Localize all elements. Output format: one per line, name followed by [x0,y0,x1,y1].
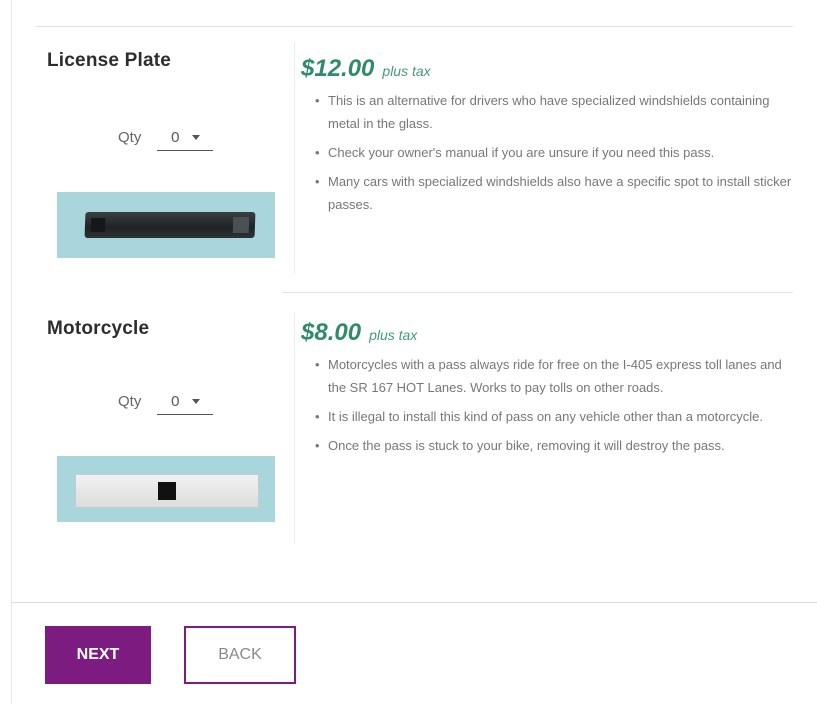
motorcycle-pass-image [57,456,275,522]
price: $8.00 [301,319,362,346]
product-name: License Plate [47,50,172,71]
qty-select[interactable]: 0 [157,124,214,151]
product-name: Motorcycle [47,318,150,339]
list-item: It is illegal to install this kind of pa… [302,405,797,428]
list-item: Many cars with specialized windshields a… [302,170,797,216]
license-plate-pass-image [57,192,275,258]
product-motorcycle: Motorcycle Qty 0 $8.00 plus tax Motorcyc… [12,292,802,592]
price: $12.00 [301,55,375,82]
tax-note: plus tax [369,327,418,343]
plate-pass-end-right [232,217,250,233]
chevron-down-icon [191,398,200,404]
motorcycle-pass-graphic [75,474,259,508]
column-divider [294,312,295,544]
list-item: This is an alternative for drivers who h… [302,89,797,135]
price-line: $8.00 plus tax [301,319,417,347]
back-button[interactable]: BACK [184,626,296,684]
qty-select[interactable]: 0 [157,388,214,415]
chevron-down-icon [191,134,200,140]
price-line: $12.00 plus tax [301,55,431,83]
plate-pass-end-left [90,218,106,232]
product-license-plate: License Plate Qty 0 $12.00 plus tax This… [12,0,802,292]
list-item: Motorcycles with a pass always ride for … [302,353,797,399]
qty-value: 0 [171,128,180,146]
qty-value: 0 [171,392,180,410]
qty-control: Qty 0 [118,124,214,151]
pass-chip [158,482,176,500]
list-item: Check your owner's manual if you are uns… [302,141,797,164]
next-button[interactable]: NEXT [45,626,151,684]
qty-label: Qty [118,393,142,410]
feature-list: Motorcycles with a pass always ride for … [302,353,797,463]
qty-control: Qty 0 [118,388,214,415]
feature-list: This is an alternative for drivers who h… [302,89,797,222]
column-divider [294,42,295,274]
tax-note: plus tax [382,63,431,79]
list-item: Once the pass is stuck to your bike, rem… [302,434,797,457]
qty-label: Qty [118,129,142,146]
plate-pass-graphic [84,212,256,238]
footer-divider [12,602,817,603]
